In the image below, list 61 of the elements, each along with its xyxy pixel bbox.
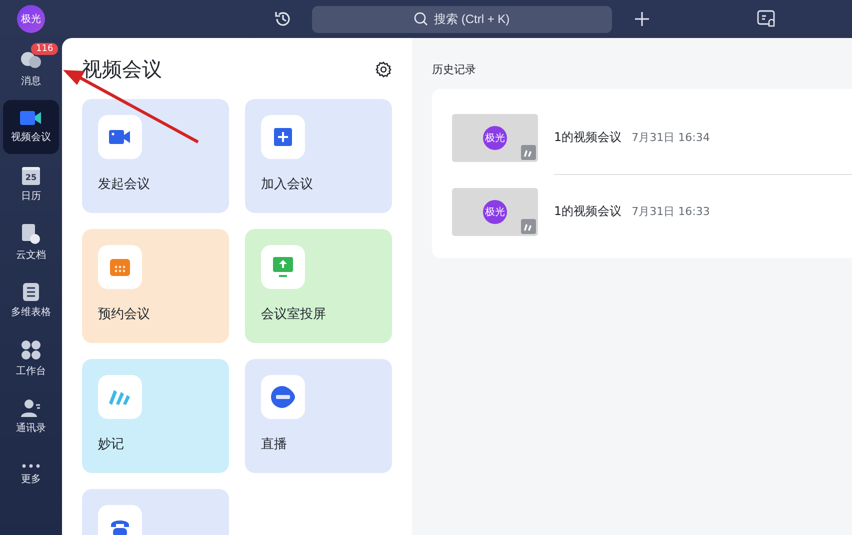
sidebar-label: 更多: [21, 473, 41, 486]
feature-card[interactable]: 直播: [245, 359, 392, 473]
sidebar-label: 云文档: [16, 248, 46, 262]
history-record[interactable]: 极光 1的视频会议 7月31日 16:34: [452, 101, 852, 174]
feature-card[interactable]: 发起会议: [82, 99, 229, 213]
sidebar-label: 视频会议: [11, 130, 51, 144]
chat-icon: [20, 50, 42, 70]
participant-avatar: 极光: [483, 200, 507, 224]
history-record[interactable]: 极光 1的视频会议 7月31日 16:33: [452, 175, 852, 248]
video-camera-icon: [109, 129, 131, 145]
video-camera-icon: [20, 110, 42, 126]
sidebar-item[interactable]: 云文档: [3, 216, 59, 270]
search-field[interactable]: 搜索 (Ctrl + K): [312, 6, 612, 32]
notes-icon: [521, 218, 536, 234]
feature-card[interactable]: 加入会议: [245, 99, 392, 213]
notes-icon: [107, 387, 133, 407]
document-cloud-icon: [22, 224, 40, 244]
card-label: 加入会议: [261, 176, 314, 193]
panel-title: 视频会议: [82, 56, 162, 83]
notes-icon: [521, 144, 536, 160]
live-icon: [271, 386, 295, 408]
unread-count-badge: 116: [31, 43, 58, 55]
sidebar-item[interactable]: 25 日历: [3, 158, 59, 212]
history-icon[interactable]: [274, 10, 292, 28]
plus-icon: [274, 128, 292, 146]
sidebar-item[interactable]: 消息 116: [3, 42, 59, 96]
card-label: 预约会议: [98, 306, 151, 323]
more-icon: [22, 464, 40, 468]
feature-card[interactable]: 预约会议: [82, 229, 229, 343]
apps-icon: [21, 340, 41, 360]
card-label: 妙记: [98, 436, 125, 453]
screen-share-icon: [273, 257, 293, 277]
sidebar-item[interactable]: 通讯录: [3, 390, 59, 444]
calendar-icon: [110, 258, 130, 276]
sidebar-item[interactable]: 更多: [3, 448, 59, 502]
sidebar-label: 通讯录: [16, 422, 46, 435]
calendar-icon: 25: [22, 167, 40, 185]
sidebar-item[interactable]: 视频会议: [3, 100, 59, 154]
card-label: 直播: [261, 436, 288, 453]
card-label: 发起会议: [98, 176, 151, 193]
table-icon: [23, 283, 39, 301]
notification-icon[interactable]: [757, 10, 777, 28]
feature-card[interactable]: 会议室投屏: [245, 229, 392, 343]
meeting-time: 7月31日 16:33: [632, 204, 710, 219]
sidebar-item[interactable]: 多维表格: [3, 274, 59, 328]
participant-avatar: 极光: [483, 126, 507, 150]
sidebar-label: 日历: [21, 190, 41, 203]
meeting-time: 7月31日 16:34: [632, 130, 710, 145]
sidebar-label: 多维表格: [11, 306, 51, 319]
card-label: 会议室投屏: [261, 306, 327, 323]
sidebar-label: 工作台: [16, 364, 46, 378]
user-avatar[interactable]: 极光: [17, 5, 45, 33]
sidebar-item[interactable]: 工作台: [3, 332, 59, 386]
settings-icon[interactable]: [375, 61, 392, 78]
plus-icon[interactable]: [635, 12, 649, 26]
section-title: 历史记录: [432, 62, 477, 77]
meeting-name: 1的视频会议: [554, 129, 622, 146]
sidebar-label: 消息: [21, 74, 41, 88]
meeting-name: 1的视频会议: [554, 203, 622, 220]
feature-card[interactable]: 妙记: [82, 359, 229, 473]
contacts-icon: [21, 399, 41, 417]
